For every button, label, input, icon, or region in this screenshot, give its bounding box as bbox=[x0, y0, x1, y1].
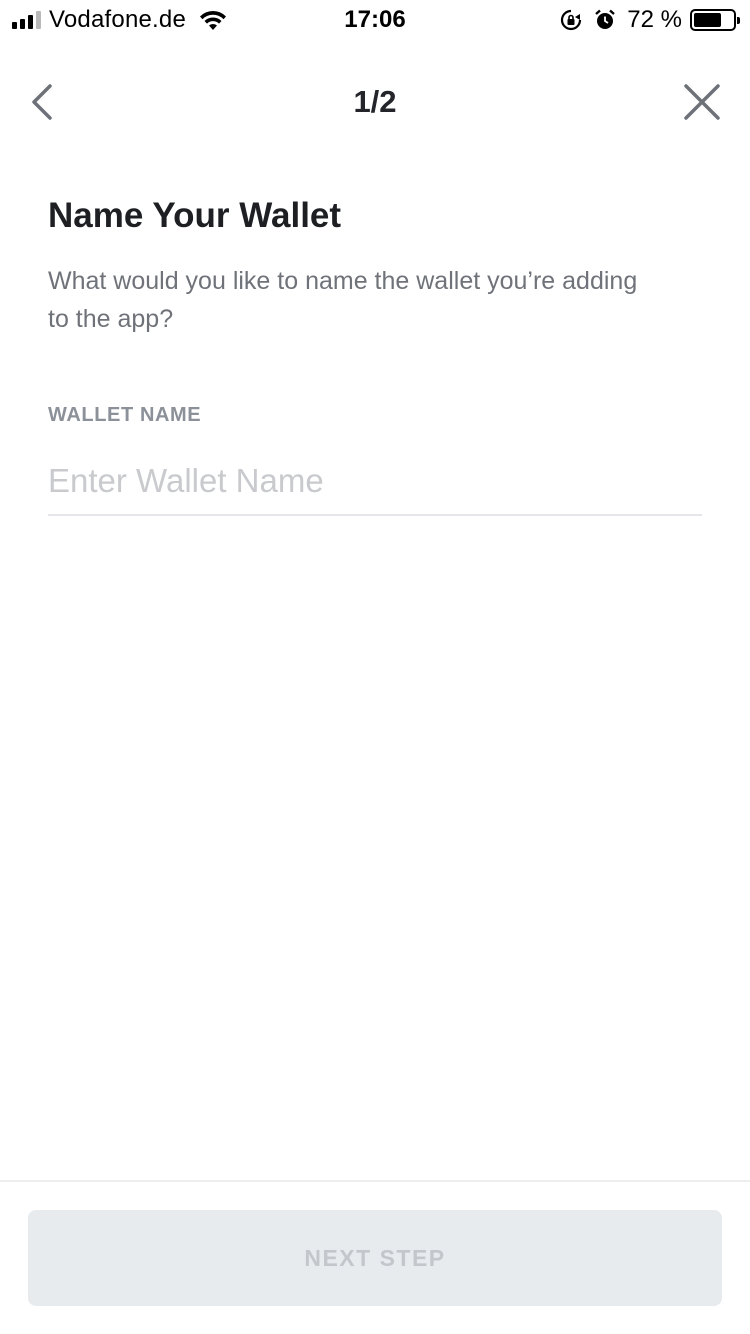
close-icon[interactable] bbox=[682, 82, 722, 122]
page-title: Name Your Wallet bbox=[48, 196, 342, 235]
wallet-name-input[interactable] bbox=[48, 448, 702, 516]
battery-fill bbox=[694, 13, 722, 27]
screen: Vodafone.de 17:06 72 % 1/2 Name Your Wal… bbox=[0, 0, 750, 1334]
wallet-name-label: WALLET NAME bbox=[48, 404, 202, 426]
step-indicator: 1/2 bbox=[353, 84, 397, 119]
next-step-button[interactable]: NEXT STEP bbox=[28, 1210, 722, 1306]
footer-divider bbox=[0, 1180, 750, 1182]
page-subtitle: What would you like to name the wallet y… bbox=[48, 267, 638, 333]
rotation-lock-icon bbox=[561, 9, 582, 31]
battery-icon bbox=[690, 9, 740, 31]
nav-bar: 1/2 bbox=[0, 60, 750, 144]
alarm-icon bbox=[595, 9, 616, 29]
battery-percent: 72 % bbox=[627, 6, 682, 33]
status-right: 72 % bbox=[559, 6, 740, 34]
status-bar: Vodafone.de 17:06 72 % bbox=[0, 0, 750, 40]
